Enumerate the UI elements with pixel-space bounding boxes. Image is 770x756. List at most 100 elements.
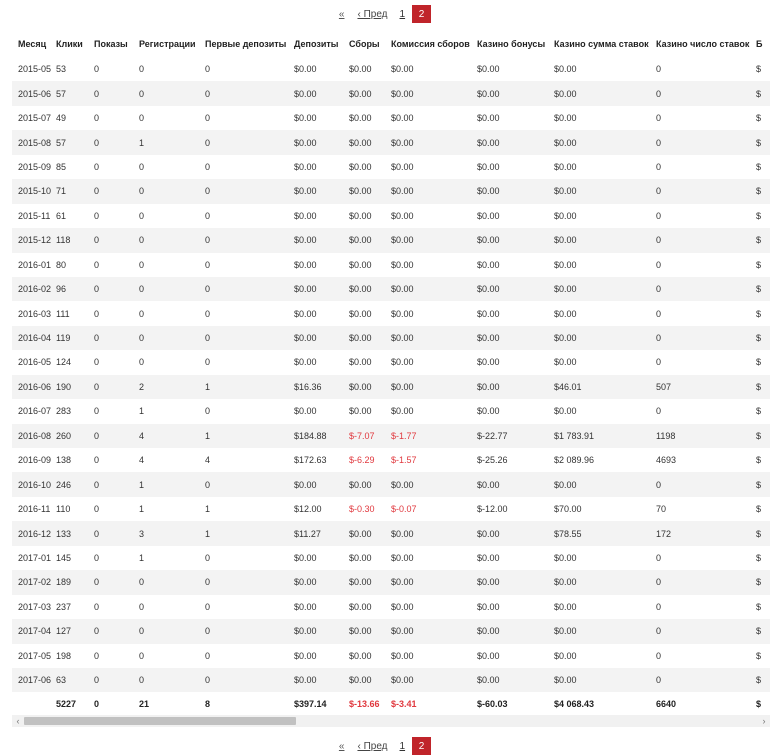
cell-fee-commission: $-1.57 xyxy=(391,455,417,466)
pagination-first-link[interactable]: « xyxy=(339,9,345,20)
cell-fee-commission: $0.00 xyxy=(391,308,414,319)
column-header-casino-bet-count[interactable]: Казино число ставок xyxy=(656,30,756,57)
column-header-first-deposits[interactable]: Первые депозиты xyxy=(205,30,294,57)
column-header-casino-bet-sum[interactable]: Казино сумма ставок xyxy=(554,30,656,57)
cell-casino-bet-sum: $0.00 xyxy=(554,81,656,106)
cell-deposits: $11.27 xyxy=(294,521,349,546)
column-header-impressions[interactable]: Показы xyxy=(94,30,139,57)
cell-casino-bet-sum: $0.00 xyxy=(554,325,656,351)
cell-first-deposits: 0 xyxy=(205,259,211,270)
cell-fee-commission: $0.00 xyxy=(391,276,477,302)
stats-table-container: Месяц Клики Показы Регистрации Первые депози… xyxy=(12,30,770,714)
cell-fee-commission: $0.00 xyxy=(391,325,477,351)
pagination-prev-link[interactable]: ‹ Пред xyxy=(357,741,387,752)
column-header-casino-bonuses[interactable]: Казино бонусы xyxy=(477,30,554,57)
cell-casino-bet-count: 0 xyxy=(656,357,662,368)
cell-clicks: 138 xyxy=(56,455,72,466)
cell-casino-bet-count: 0 xyxy=(656,570,756,595)
cell-extra: $ xyxy=(756,406,762,417)
cell-casino-bonuses: $-22.77 xyxy=(477,423,554,448)
cell-registrations: 4 xyxy=(139,423,205,448)
cell-fees: $0.00 xyxy=(349,161,372,172)
cell-fees: $0.00 xyxy=(349,472,391,497)
cell-month: 2016-11 xyxy=(18,504,51,515)
column-header-extra[interactable]: Б xyxy=(756,30,770,57)
cell-clicks: 237 xyxy=(56,601,72,612)
cell-clicks: 119 xyxy=(56,325,94,351)
cell-casino-bet-sum: $0.00 xyxy=(554,210,577,221)
cell-first-deposits: 0 xyxy=(205,601,211,612)
cell-casino-bet-count: 0 xyxy=(656,552,662,563)
cell-casino-bonuses: $0.00 xyxy=(477,552,500,563)
column-header-deposits[interactable]: Депозиты xyxy=(294,30,349,57)
pagination-prev-link[interactable]: ‹ Пред xyxy=(357,9,387,20)
pagination-first-link[interactable]: « xyxy=(339,741,345,752)
cell-impressions: 0 xyxy=(94,406,100,417)
column-header-fees[interactable]: Сборы xyxy=(349,30,391,57)
cell-deposits: $0.00 xyxy=(294,650,317,661)
cell-registrations: 0 xyxy=(139,276,205,302)
pagination-page-1-link[interactable]: 1 xyxy=(400,9,406,20)
scroll-right-arrow-icon[interactable]: › xyxy=(758,715,770,727)
cell-casino-bet-sum: $0.00 xyxy=(554,259,577,270)
cell-month: 2016-12 xyxy=(12,521,56,546)
cell-casino-bet-count: 0 xyxy=(656,325,756,351)
totals-row: 5227 0 21 8 $397.14 $-13.66 $-3.41 $-60.03 $4 06… xyxy=(12,692,770,714)
cell-registrations: 1 xyxy=(139,130,205,155)
cell-impressions: 0 xyxy=(94,667,139,693)
cell-impressions: 0 xyxy=(94,276,139,302)
cell-fee-commission: $0.00 xyxy=(391,259,414,270)
cell-registrations: 0 xyxy=(139,210,145,221)
cell-casino-bonuses: $0.00 xyxy=(477,81,554,106)
cell-casino-bonuses: $0.00 xyxy=(477,228,554,253)
pagination-page-1-link[interactable]: 1 xyxy=(400,741,406,752)
table-row: 2016-12 133 0 3 1 $11.27 $0.00 $0.00 $0.00 $78.55… xyxy=(12,521,770,546)
table-row: 2016-04 119 0 0 0 $0.00 $0.00 $0.00 $0.00 $0.00 0 $ xyxy=(12,325,770,351)
cell-registrations: 0 xyxy=(139,650,145,661)
cell-deposits: $184.88 xyxy=(294,423,349,448)
scrollbar-thumb[interactable] xyxy=(24,717,296,725)
horizontal-scrollbar[interactable]: ‹ › xyxy=(12,715,770,727)
cell-clicks: 127 xyxy=(56,619,94,644)
cell-registrations: 0 xyxy=(139,619,205,644)
cell-casino-bet-sum: $70.00 xyxy=(554,504,582,515)
cell-first-deposits: 1 xyxy=(205,423,294,448)
cell-first-deposits: 0 xyxy=(205,64,211,75)
cell-first-deposits: 0 xyxy=(205,570,294,595)
cell-fee-commission: $0.00 xyxy=(391,601,414,612)
cell-casino-bet-count: 4693 xyxy=(656,455,677,466)
cell-casino-bet-count: 0 xyxy=(656,406,662,417)
cell-casino-bet-count: 0 xyxy=(656,667,756,693)
column-header-fee-commission[interactable]: Комиссия сборов xyxy=(391,30,477,57)
total-first-deposits: 8 xyxy=(205,699,211,710)
cell-clicks: 133 xyxy=(56,521,94,546)
cell-clicks: 63 xyxy=(56,667,94,693)
cell-impressions: 0 xyxy=(94,308,100,319)
cell-extra: $ xyxy=(756,667,770,693)
cell-month: 2017-01 xyxy=(18,552,52,563)
cell-casino-bet-count: 0 xyxy=(656,601,662,612)
table-row: 2016-11 110 0 1 1 $12.00 $-0.30 $-0.07 $-12.00 $7… xyxy=(12,497,770,521)
cell-casino-bet-count: 507 xyxy=(656,374,756,400)
cell-registrations: 0 xyxy=(139,259,145,270)
cell-casino-bet-sum: $0.00 xyxy=(554,276,656,302)
table-row: 2016-10 246 0 1 0 $0.00 $0.00 $0.00 $0.00 $0.00 0 $ xyxy=(12,472,770,497)
cell-extra: $ xyxy=(756,504,762,515)
column-header-month[interactable]: Месяц xyxy=(12,30,56,57)
cell-first-deposits: 0 xyxy=(205,113,211,124)
cell-casino-bet-count: 70 xyxy=(656,504,667,515)
column-header-clicks[interactable]: Клики xyxy=(56,30,94,57)
cell-extra: $ xyxy=(756,374,770,400)
cell-casino-bonuses: $0.00 xyxy=(477,113,500,124)
cell-impressions: 0 xyxy=(94,64,100,75)
cell-clicks: 49 xyxy=(56,113,67,124)
cell-casino-bet-count: 1198 xyxy=(656,423,756,448)
cell-month: 2016-07 xyxy=(18,406,52,417)
cell-month: 2016-04 xyxy=(12,325,56,351)
cell-clicks: 85 xyxy=(56,161,67,172)
scroll-left-arrow-icon[interactable]: ‹ xyxy=(12,715,24,727)
cell-fees: $-0.30 xyxy=(349,504,375,515)
cell-deposits: $0.00 xyxy=(294,552,317,563)
column-header-registrations[interactable]: Регистрации xyxy=(139,30,205,57)
table-row: 2017-02 189 0 0 0 $0.00 $0.00 $0.00 $0.00 $0.00 0 $ xyxy=(12,570,770,595)
